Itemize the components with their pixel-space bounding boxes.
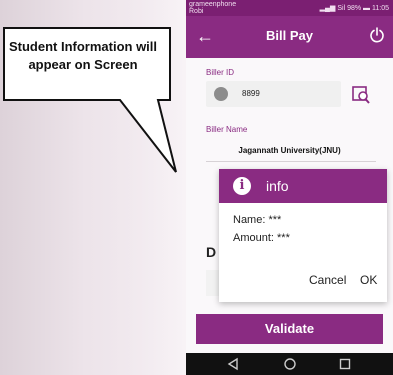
status-indicators: ▂▄▆ Sil 98% ▬ 11:05 <box>320 4 389 12</box>
app-bar: ← Bill Pay <box>186 16 393 58</box>
carrier-info: grameenphone Robi <box>189 1 236 15</box>
page-title: Bill Pay <box>266 28 313 43</box>
callout-shape <box>3 27 177 173</box>
info-icon: i <box>233 177 251 195</box>
dialog-amount: Amount: *** <box>233 232 290 244</box>
back-nav-icon[interactable] <box>226 357 240 371</box>
nav-bar <box>186 353 393 375</box>
callout-text: Student Information will appear on Scree… <box>8 39 158 72</box>
validate-button[interactable]: Validate <box>196 314 383 344</box>
battery-percent: 98% <box>347 5 362 12</box>
biller-name-value: Jagannath University(JNU) <box>238 146 341 155</box>
biller-id-field[interactable]: 8899 <box>206 81 341 107</box>
info-dialog: i info Name: *** Amount: *** Cancel OK <box>219 169 387 302</box>
ok-button[interactable]: OK <box>360 273 377 287</box>
biller-icon <box>214 87 228 101</box>
carrier-line-2: Robi <box>189 8 204 15</box>
cancel-button[interactable]: Cancel <box>309 273 346 287</box>
biller-id-value: 8899 <box>242 89 260 98</box>
field-divider <box>206 161 376 162</box>
carrier-line-1: grameenphone <box>189 1 237 8</box>
biller-name-label: Biller Name <box>206 125 248 134</box>
partial-label: D <box>206 244 217 260</box>
callout-bubble: Student Information will appear on Scree… <box>0 0 200 180</box>
phone-screen: grameenphone Robi ▂▄▆ Sil 98% ▬ 11:05 ← … <box>186 0 393 375</box>
dialog-header: i info <box>219 169 387 203</box>
status-bar: grameenphone Robi ▂▄▆ Sil 98% ▬ 11:05 <box>186 0 393 16</box>
power-icon[interactable] <box>369 27 385 43</box>
clock: 11:05 <box>372 5 389 12</box>
battery-icon: ▬ <box>363 5 371 12</box>
dialog-title: info <box>266 178 289 194</box>
home-nav-icon[interactable] <box>283 357 297 371</box>
biller-id-label: Biller ID <box>206 68 235 77</box>
signal-icon: ▂▄▆ <box>319 5 336 12</box>
search-biller-icon[interactable] <box>351 85 371 105</box>
signal-text: Sil <box>337 5 346 12</box>
dialog-name: Name: *** <box>233 214 282 226</box>
recents-nav-icon[interactable] <box>338 357 352 371</box>
